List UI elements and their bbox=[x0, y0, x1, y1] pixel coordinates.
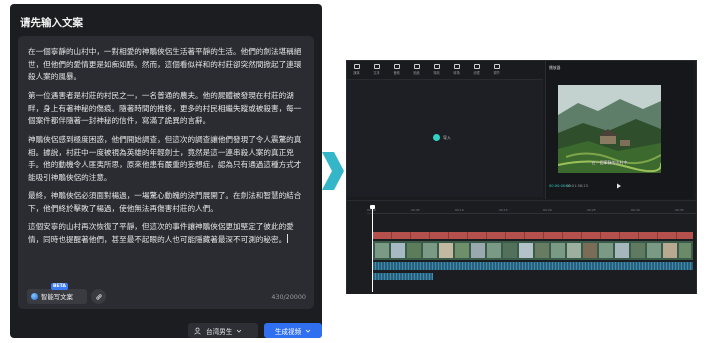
tool-label: 调节 bbox=[493, 71, 500, 75]
editor-toolbar: 媒体 文本 音频 贴纸 特效 转场 滤镜 调节 bbox=[347, 61, 543, 79]
filter-icon bbox=[473, 64, 480, 69]
screenshot-root: 请先输入文案 在一個寧靜的山村中，一對相愛的神鵰俠侶生活著平靜的生活。他們的劍法… bbox=[0, 0, 706, 343]
tool-adjust[interactable]: 调节 bbox=[490, 64, 503, 79]
tool-text[interactable]: 文本 bbox=[370, 64, 383, 79]
generate-video-button[interactable]: 生成视频 bbox=[264, 323, 322, 338]
script-paragraph-2: 第一位遇害者是村莊的村民之一，一名普通的農夫。他的屍體被發現在村莊的湖畔，身上有… bbox=[28, 91, 302, 126]
audio-icon bbox=[393, 64, 400, 69]
generate-video-label: 生成视频 bbox=[274, 327, 302, 336]
video-preview: 在一個寧靜的山村中 bbox=[558, 85, 661, 173]
import-button[interactable]: 导入 bbox=[433, 134, 451, 141]
tool-label: 媒体 bbox=[353, 71, 360, 75]
tool-label: 转场 bbox=[453, 71, 460, 75]
video-clips bbox=[373, 241, 693, 260]
tool-transition[interactable]: 转场 bbox=[450, 64, 463, 79]
import-icon bbox=[433, 134, 440, 141]
text-track[interactable] bbox=[373, 232, 693, 239]
link-icon bbox=[95, 293, 102, 300]
script-paragraph-1: 在一個寧靜的山村中，一對相愛的神鵰俠侶生活著平靜的生活。他們的劍法堪稱絕世，但他… bbox=[28, 47, 302, 82]
ai-write-button[interactable]: 智能写文案 bbox=[27, 289, 87, 304]
tool-effects[interactable]: 特效 bbox=[430, 64, 443, 79]
timeline-ruler: 00:00 00:05 00:10 00:15 00:20 00:25 00:3… bbox=[367, 208, 696, 214]
tool-label: 文本 bbox=[373, 71, 380, 75]
script-paragraph-5: 這個安寧的山村再次恢復了平靜，但這次的事件讓神鵰俠侶更加堅定了彼此的愛情，同時也… bbox=[28, 221, 306, 246]
ruler-tick: 00:20 bbox=[543, 208, 552, 212]
play-icon[interactable] bbox=[616, 183, 622, 189]
ai-sparkle-icon bbox=[31, 293, 38, 300]
ruler-tick: 00:15 bbox=[499, 208, 508, 212]
script-textarea[interactable]: 在一個寧靜的山村中，一對相愛的神鵰俠侶生活著平靜的生活。他們的劍法堪稱絕世，但他… bbox=[18, 36, 314, 309]
text-icon bbox=[373, 64, 380, 69]
tool-label: 滤镜 bbox=[473, 71, 480, 75]
ai-write-label: 智能写文案 bbox=[41, 293, 73, 301]
tool-audio[interactable]: 音频 bbox=[390, 64, 403, 79]
sticker-icon bbox=[413, 64, 420, 69]
tool-label: 特效 bbox=[433, 71, 440, 75]
video-subtitle: 在一個寧靜的山村中 bbox=[591, 160, 628, 165]
person-icon bbox=[194, 327, 201, 335]
tool-label: 贴纸 bbox=[413, 71, 420, 75]
total-time: 00:01:58:23 bbox=[566, 184, 588, 188]
ruler-tick: 00:35 bbox=[675, 208, 684, 212]
video-editor-window: 媒体 文本 音频 贴纸 特效 转场 滤镜 调节 导入 播放器 在一個寧靜的山村中… bbox=[346, 60, 697, 294]
script-paragraph-3: 神鵰俠侶感到極度困惑，他們開始調查，但這次的調查讓他們發現了令人震驚的真相。據說… bbox=[28, 135, 302, 182]
link-button[interactable] bbox=[91, 289, 106, 304]
voice-selector[interactable]: 台湾男生 bbox=[188, 323, 258, 338]
chevron-down-icon bbox=[237, 329, 242, 333]
ruler-tick: 00:25 bbox=[587, 208, 596, 212]
arrow-right-icon bbox=[322, 152, 344, 190]
adjust-icon bbox=[493, 64, 500, 69]
voiceover-audio-track[interactable] bbox=[373, 262, 693, 270]
script-paragraph-5-text: 這個安寧的山村再次恢復了平靜，但這次的事件讓神鵰俠侶更加堅定了彼此的愛情，同時也… bbox=[28, 222, 294, 244]
script-paragraph-4: 最終，神鵰俠侶必須面對楊過，一場驚心動魄的決鬥展開了。在劍法和智慧的結合下，他們… bbox=[28, 191, 302, 213]
effects-icon bbox=[433, 64, 440, 69]
player-title: 播放器 bbox=[549, 65, 561, 70]
panel-title: 请先输入文案 bbox=[20, 17, 83, 29]
media-library: 导入 bbox=[347, 79, 543, 197]
text-cursor bbox=[287, 233, 289, 243]
timeline-panel: 00:00 00:05 00:10 00:15 00:20 00:25 00:3… bbox=[347, 200, 696, 294]
ruler-tick: 00:05 bbox=[411, 208, 420, 212]
preview-player: 播放器 在一個寧靜的山村中 00:00:00:00 00:01:58:23 bbox=[545, 61, 693, 199]
chevron-down-icon bbox=[305, 329, 311, 333]
playhead[interactable] bbox=[372, 206, 373, 292]
import-label: 导入 bbox=[443, 134, 451, 140]
transition-icon bbox=[453, 64, 460, 69]
ruler-tick: 00:30 bbox=[631, 208, 640, 212]
voice-label: 台湾男生 bbox=[206, 327, 233, 336]
ruler-tick: 00:10 bbox=[455, 208, 464, 212]
beta-badge: BETA bbox=[51, 283, 68, 290]
tool-media[interactable]: 媒体 bbox=[350, 64, 363, 79]
char-counter: 430/20000 bbox=[271, 293, 306, 301]
tool-label: 音频 bbox=[393, 71, 400, 75]
tool-filter[interactable]: 滤镜 bbox=[470, 64, 483, 79]
music-audio-track[interactable] bbox=[373, 273, 433, 280]
tool-sticker[interactable]: 贴纸 bbox=[410, 64, 423, 79]
media-icon bbox=[353, 64, 360, 69]
video-track[interactable] bbox=[373, 241, 693, 260]
script-input-panel: 请先输入文案 在一個寧靜的山村中，一對相愛的神鵰俠侶生活著平靜的生活。他們的劍法… bbox=[10, 4, 322, 338]
